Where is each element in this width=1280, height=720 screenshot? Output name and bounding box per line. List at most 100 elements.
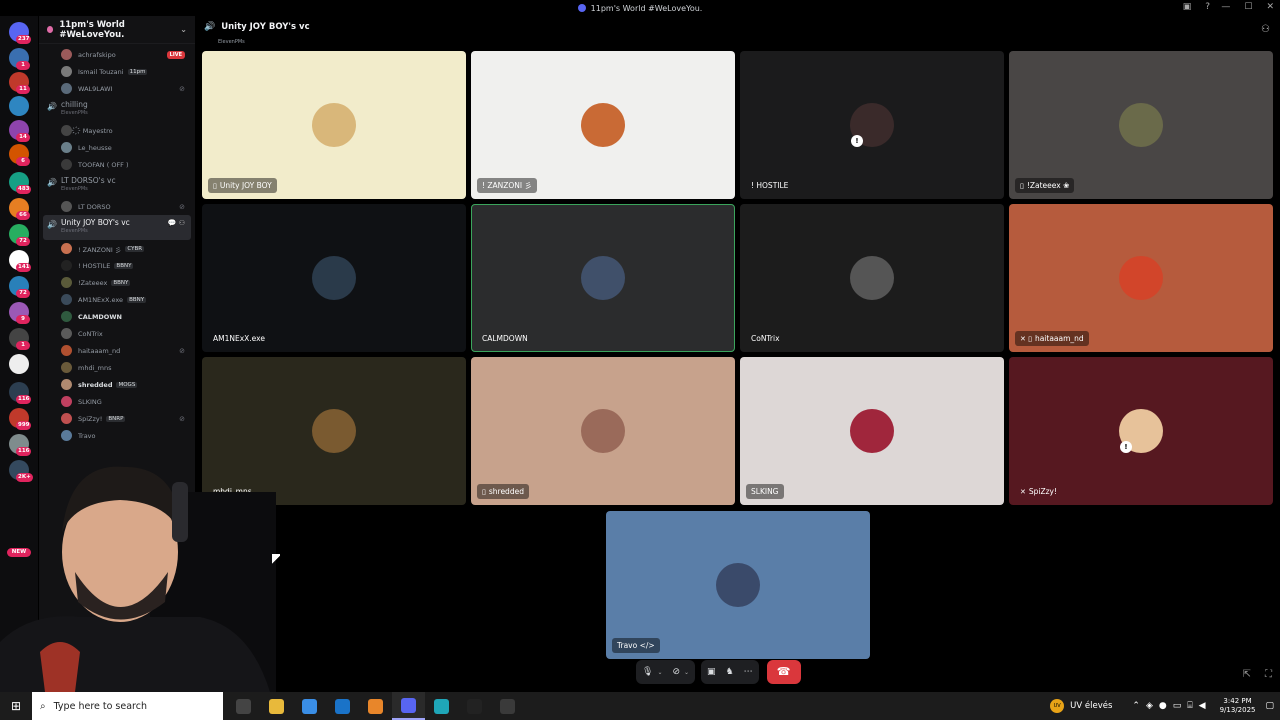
add-member-icon[interactable]: ⚇ (179, 219, 185, 227)
chevron-down-icon[interactable]: ⌄ (684, 669, 689, 676)
clock[interactable]: 3:42 PM 9/13/2025 (1220, 697, 1256, 715)
voice-member[interactable]: AM1NExX.exe BBNY (39, 291, 195, 308)
participant-label: ✕ SpiZzy! (1015, 484, 1062, 499)
member-name: haitaaam_nd (78, 346, 121, 355)
voice-member[interactable]: achrafskipo LIVE (39, 46, 195, 63)
participant-tile[interactable]: CoNTrix (740, 204, 1004, 352)
participant-tile[interactable]: ! ! HOSTILE (740, 51, 1004, 199)
camera-off-icon[interactable]: ⊘ (672, 667, 680, 677)
more-icon[interactable]: ⋯ (744, 667, 753, 677)
app-tray-icon[interactable]: ◈ (1146, 701, 1153, 711)
voice-member[interactable]: Le_heusse (39, 139, 195, 156)
obs-icon[interactable] (458, 692, 491, 720)
member-name: LT DORSO (78, 202, 111, 211)
voice-channel-active[interactable]: 🔊 Unity JOY BOY's vc ElevenPMs 💬 ⚇ (43, 215, 191, 240)
participant-name: Unity JOY BOY (219, 181, 272, 190)
notification-icon[interactable]: ▢ (1265, 701, 1274, 711)
member-name: shredded (78, 380, 113, 389)
window-title: 11pm's World #WeLoveYou. (590, 3, 703, 13)
voice-member[interactable]: SpiZzy! BNRP ⊘ (39, 410, 195, 427)
voice-member[interactable]: SLKING (39, 393, 195, 410)
task-view-icon[interactable] (227, 692, 260, 720)
call-controls: 🎙 ⌄ ⊘ ⌄ ▣ ♞ ⋯ ☎ (636, 658, 841, 686)
inbox-icon[interactable]: ▣ (1183, 2, 1192, 12)
voice-member[interactable]: ҉ Mayestro (39, 122, 195, 139)
voice-member[interactable]: CALMDOWN (39, 308, 195, 325)
member-name: CALMDOWN (78, 312, 122, 321)
participant-tile[interactable]: ! ZANZONI 彡 (471, 51, 735, 199)
voice-member[interactable]: TOOFAN ( OFF ) (39, 156, 195, 173)
file-explorer-icon[interactable] (260, 692, 293, 720)
maximize-icon[interactable]: ☐ (1244, 2, 1252, 12)
edge-icon[interactable] (425, 692, 458, 720)
popout-icon[interactable]: ⇱ (1243, 669, 1251, 680)
participant-tile[interactable]: AM1NExX.exe (202, 204, 466, 352)
voice-member[interactable]: mhdi_mns (39, 359, 195, 376)
participant-tile[interactable]: ! ✕ SpiZzy! (1009, 357, 1273, 505)
participant-tile[interactable]: ▯ Unity JOY BOY (202, 51, 466, 199)
network-icon[interactable]: ⌸ (1187, 701, 1192, 711)
av-controls: 🎙 ⌄ ⊘ ⌄ (636, 660, 696, 684)
voice-member[interactable]: Travo (39, 427, 195, 444)
ms-store-icon[interactable] (293, 692, 326, 720)
minimize-icon[interactable]: — (1221, 2, 1230, 12)
screen-share-icon[interactable]: ▣ (707, 667, 716, 677)
voice-member[interactable]: ! HOSTILE BBNY (39, 257, 195, 274)
voice-call-view: 🔊 Unity JOY BOY's vc ElevenPMs ⚇ ▯ Unity … (196, 16, 1280, 692)
volume-icon[interactable]: ◀ (1199, 701, 1206, 711)
voice-member[interactable]: WAL9LAWI ⊘ (39, 80, 195, 97)
fullscreen-icon[interactable]: ⛶ (1265, 669, 1272, 680)
participant-label: ✕ ▯ haitaaam_nd (1015, 331, 1089, 346)
display-icon[interactable]: ▭ (1173, 701, 1182, 711)
rail-badge: 9 (16, 315, 30, 324)
chevron-up-icon[interactable]: ⌃ (1132, 701, 1140, 711)
avatar (61, 49, 72, 60)
participant-avatar (581, 256, 625, 300)
server-icon-3[interactable] (9, 96, 29, 116)
chat-icon[interactable]: 💬 (168, 219, 179, 227)
app-orange-icon[interactable] (359, 692, 392, 720)
help-icon[interactable]: ? (1205, 2, 1210, 12)
member-name: Travo (78, 431, 96, 440)
participant-tile[interactable]: Travo </> (606, 511, 870, 659)
voice-member[interactable]: Ismail Touzani 11pm (39, 63, 195, 80)
voice-member[interactable]: LT DORSO ⊘ (39, 198, 195, 215)
server-icon-13[interactable] (9, 354, 29, 374)
weather-text[interactable]: UV élevés (1070, 701, 1112, 711)
microphone-icon[interactable]: 🎙 (642, 667, 653, 677)
app-dark-icon[interactable] (491, 692, 524, 720)
member-name: achrafskipo (78, 50, 116, 59)
ms-store-glyph (302, 698, 317, 714)
voice-member[interactable]: ! ZANZONI 彡 CYBR (39, 240, 195, 257)
weather-icon[interactable]: UV (1050, 699, 1065, 713)
speaker-icon: 🔊 (204, 22, 216, 32)
participant-tile[interactable]: ▯ !Zateeex ❀ (1009, 51, 1273, 199)
server-header[interactable]: 11pm's World #WeLoveYou. ⌄ (39, 16, 195, 44)
close-icon[interactable]: ✕ (1266, 2, 1274, 12)
windows-start-icon[interactable]: ⊞ (0, 692, 32, 720)
voice-member[interactable]: !Zateeex BBNY (39, 274, 195, 291)
chevron-down-icon[interactable]: ⌄ (657, 669, 662, 676)
participant-avatar (716, 563, 760, 607)
participant-tile[interactable]: ✕ ▯ haitaaam_nd (1009, 204, 1273, 352)
mic-tray-icon[interactable]: ● (1159, 701, 1167, 711)
disconnect-button[interactable]: ☎ (766, 660, 801, 684)
outlook-icon[interactable] (326, 692, 359, 720)
participant-label: ! ZANZONI 彡 (477, 178, 538, 193)
avatar (61, 83, 72, 94)
voice-member[interactable]: CoNTrix (39, 325, 195, 342)
participant-tile[interactable]: ▯ shredded (471, 357, 735, 505)
avatar (61, 66, 72, 77)
taskbar-search[interactable]: ⌕ Type here to search (32, 692, 223, 720)
discord-icon[interactable] (392, 692, 425, 720)
voice-member[interactable]: haitaaam_nd ⊘ (39, 342, 195, 359)
activity-icon[interactable]: ♞ (726, 667, 734, 677)
participant-tile[interactable]: SLKING (740, 357, 1004, 505)
voice-member[interactable]: shredded MOGS (39, 376, 195, 393)
member-name: !Zateeex (78, 278, 108, 287)
voice-channel[interactable]: 🔊 chilling ElevenPMs (39, 97, 195, 122)
participant-tile[interactable]: CALMDOWN (471, 204, 735, 352)
taskbar-apps (227, 692, 524, 720)
members-icon[interactable]: ⚇ (1261, 24, 1270, 35)
voice-channel[interactable]: 🔊 LT DORSO's vc ElevenPMs (39, 173, 195, 198)
